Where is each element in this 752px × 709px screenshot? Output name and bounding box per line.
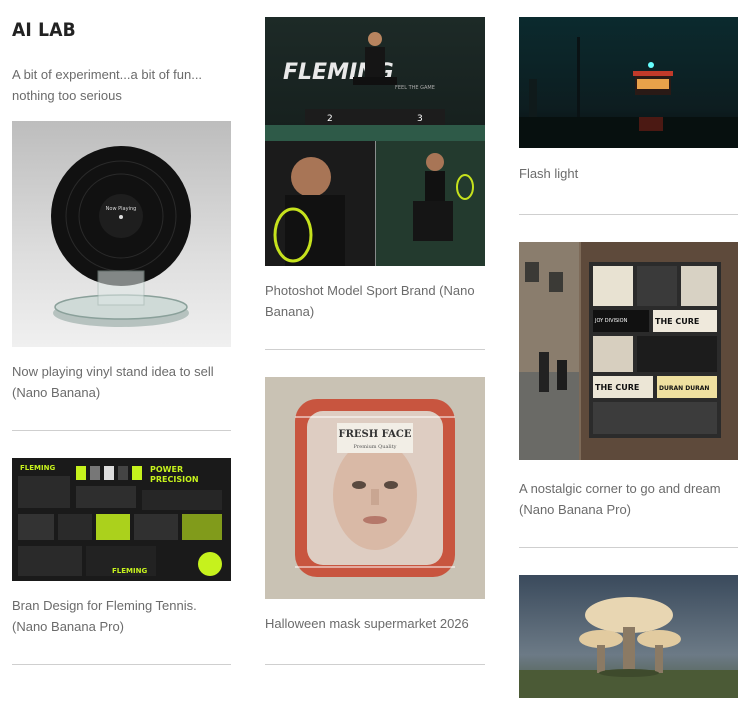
card-caption[interactable]: A nostalgic corner to go and dream (Nano… — [519, 478, 738, 520]
vinyl-record-image[interactable]: Now Playing — [12, 121, 231, 347]
mask-package-image[interactable]: FRESH FACE Premium Quality — [265, 377, 485, 599]
poster-joy-text: JOY DIVISION — [594, 318, 628, 324]
brand-design-image[interactable]: FLEMING POWER PRECISION FLEMING — [12, 458, 231, 581]
tennis-model-image[interactable]: FLEMING FEEL THE GAME 2 3 — [265, 17, 485, 266]
tagline-text: FEEL THE GAME — [395, 85, 435, 91]
mushroom-tree-image[interactable] — [519, 575, 738, 698]
poster-wall-image[interactable]: JOY DIVISION THE CURE THE CURE DURAN DUR… — [519, 242, 738, 460]
page-title: AI LAB — [12, 19, 76, 41]
pack-brand-text: FRESH FACE — [338, 429, 411, 440]
page-subtitle: A bit of experiment...a bit of fun... no… — [12, 67, 203, 103]
fleming-logo-text: FLEMING — [20, 464, 55, 472]
poster-cure-text-2: THE CURE — [595, 383, 639, 392]
podium-left: 2 — [327, 114, 333, 124]
fleming-logo-text-2: FLEMING — [112, 567, 147, 575]
vinyl-label-text: Now Playing — [106, 206, 137, 212]
poster-cure-text: THE CURE — [655, 317, 699, 326]
divider — [519, 214, 738, 215]
divider — [12, 664, 231, 665]
divider — [265, 349, 485, 350]
card-caption[interactable]: Bran Design for Fleming Tennis. (Nano Ba… — [12, 595, 222, 637]
card-caption[interactable]: Now playing vinyl stand idea to sell (Na… — [12, 361, 232, 403]
card-caption[interactable]: Halloween mask supermarket 2026 — [265, 613, 485, 634]
card-caption[interactable]: Photoshot Model Sport Brand (Nano Banana… — [265, 280, 485, 322]
divider — [265, 664, 485, 665]
power-text: POWER — [150, 465, 183, 474]
pack-sub-text: Premium Quality — [354, 444, 397, 450]
poster-duran-text: DURAN DURAN — [659, 385, 709, 392]
precision-text: PRECISION — [150, 475, 199, 484]
card-caption[interactable]: Flash light — [519, 163, 738, 184]
divider — [12, 430, 231, 431]
podium-right: 3 — [417, 114, 423, 124]
night-kiosk-image[interactable] — [519, 17, 738, 148]
divider — [519, 547, 738, 548]
